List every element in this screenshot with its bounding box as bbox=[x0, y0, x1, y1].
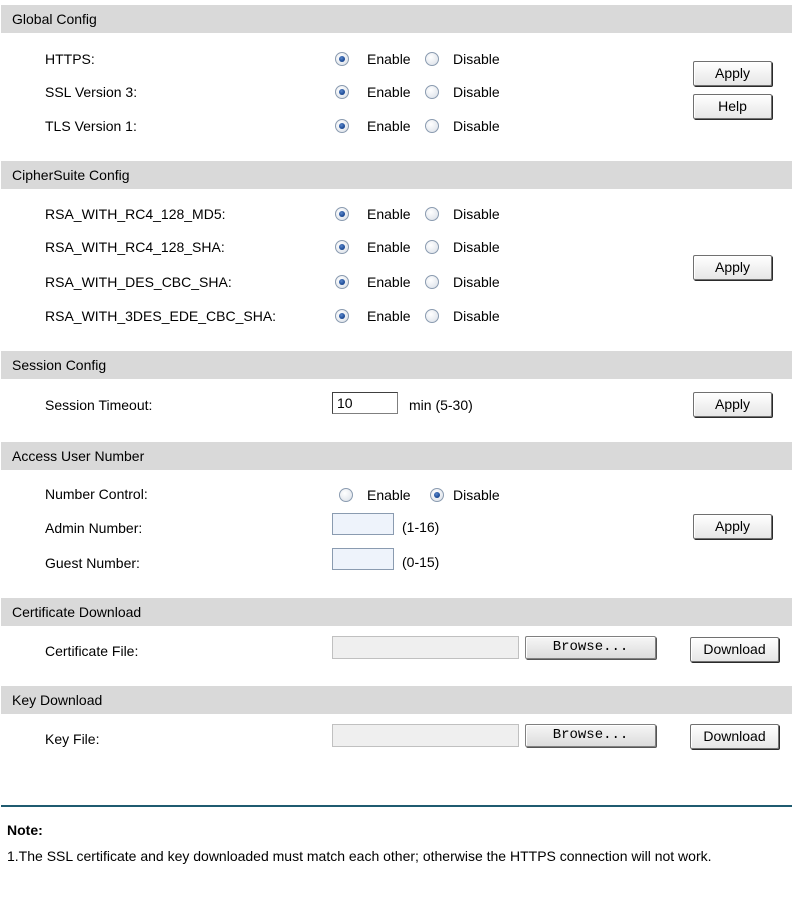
3des-ede-cbc-sha-disable-radio[interactable] bbox=[425, 309, 439, 323]
section-title: Session Config bbox=[12, 357, 107, 373]
3des-ede-cbc-sha-enable-label: Enable bbox=[367, 308, 411, 324]
https-disable-label: Disable bbox=[453, 51, 500, 67]
certificate-download-header: Certificate Download bbox=[1, 598, 792, 626]
certificate-browse-button[interactable]: Browse... bbox=[525, 636, 656, 659]
rc4-sha-enable-label: Enable bbox=[367, 239, 411, 255]
key-browse-button[interactable]: Browse... bbox=[525, 724, 656, 747]
cipher-apply-button[interactable]: Apply bbox=[693, 255, 772, 280]
access-user-number-header: Access User Number bbox=[1, 442, 792, 470]
3des-ede-cbc-sha-enable-radio[interactable] bbox=[335, 309, 349, 323]
des-cbc-sha-label: RSA_WITH_DES_CBC_SHA: bbox=[45, 274, 232, 290]
admin-number-range: (1-16) bbox=[402, 519, 440, 535]
rc4-sha-label: RSA_WITH_RC4_128_SHA: bbox=[45, 239, 225, 255]
session-timeout-label: Session Timeout: bbox=[45, 397, 153, 413]
tls-v1-enable-radio[interactable] bbox=[335, 119, 349, 133]
tls-v1-enable-label: Enable bbox=[367, 118, 411, 134]
tls-v1-disable-radio[interactable] bbox=[425, 119, 439, 133]
rc4-md5-enable-label: Enable bbox=[367, 206, 411, 222]
session-config-header: Session Config bbox=[1, 351, 792, 379]
certificate-file-path-field[interactable] bbox=[332, 636, 519, 659]
rc4-sha-disable-radio[interactable] bbox=[425, 240, 439, 254]
section-title: Key Download bbox=[12, 692, 103, 708]
key-download-button[interactable]: Download bbox=[690, 724, 779, 749]
note-text: 1.The SSL certificate and key downloaded… bbox=[7, 848, 712, 864]
des-cbc-sha-disable-radio[interactable] bbox=[425, 275, 439, 289]
session-timeout-input[interactable]: 10 bbox=[332, 392, 398, 414]
section-title: Global Config bbox=[12, 11, 97, 27]
certificate-download-button[interactable]: Download bbox=[690, 637, 779, 662]
global-config-header: Global Config bbox=[1, 5, 792, 33]
guest-number-input[interactable] bbox=[332, 548, 394, 570]
global-apply-button[interactable]: Apply bbox=[693, 61, 772, 86]
section-title: Certificate Download bbox=[12, 604, 142, 620]
key-file-path-field[interactable] bbox=[332, 724, 519, 747]
3des-ede-cbc-sha-label: RSA_WITH_3DES_EDE_CBC_SHA: bbox=[45, 308, 277, 324]
https-disable-radio[interactable] bbox=[425, 52, 439, 66]
tls-v1-label: TLS Version 1: bbox=[45, 118, 137, 134]
guest-number-label: Guest Number: bbox=[45, 555, 140, 571]
divider bbox=[1, 805, 792, 807]
admin-number-input[interactable] bbox=[332, 513, 394, 535]
help-button[interactable]: Help bbox=[693, 94, 772, 119]
section-title: Access User Number bbox=[12, 448, 145, 464]
number-control-disable-label: Disable bbox=[453, 487, 500, 503]
3des-ede-cbc-sha-disable-label: Disable bbox=[453, 308, 500, 324]
session-timeout-unit: min (5-30) bbox=[409, 397, 473, 413]
certificate-file-label: Certificate File: bbox=[45, 643, 139, 659]
number-control-enable-radio[interactable] bbox=[339, 488, 353, 502]
ssl-v3-enable-label: Enable bbox=[367, 84, 411, 100]
number-control-enable-label: Enable bbox=[367, 487, 411, 503]
rc4-sha-disable-label: Disable bbox=[453, 239, 500, 255]
rc4-md5-disable-label: Disable bbox=[453, 206, 500, 222]
number-control-label: Number Control: bbox=[45, 486, 148, 502]
ssl-v3-disable-radio[interactable] bbox=[425, 85, 439, 99]
des-cbc-sha-disable-label: Disable bbox=[453, 274, 500, 290]
number-control-disable-radio[interactable] bbox=[430, 488, 444, 502]
admin-number-label: Admin Number: bbox=[45, 520, 143, 536]
ciphersuite-config-header: CipherSuite Config bbox=[1, 161, 792, 189]
rc4-sha-enable-radio[interactable] bbox=[335, 240, 349, 254]
access-apply-button[interactable]: Apply bbox=[693, 514, 772, 539]
session-apply-button[interactable]: Apply bbox=[693, 392, 772, 417]
ssl-v3-enable-radio[interactable] bbox=[335, 85, 349, 99]
rc4-md5-label: RSA_WITH_RC4_128_MD5: bbox=[45, 206, 226, 222]
tls-v1-disable-label: Disable bbox=[453, 118, 500, 134]
rc4-md5-disable-radio[interactable] bbox=[425, 207, 439, 221]
section-title: CipherSuite Config bbox=[12, 167, 130, 183]
rc4-md5-enable-radio[interactable] bbox=[335, 207, 349, 221]
https-label: HTTPS: bbox=[45, 51, 95, 67]
ssl-v3-disable-label: Disable bbox=[453, 84, 500, 100]
key-file-label: Key File: bbox=[45, 731, 100, 747]
key-download-header: Key Download bbox=[1, 686, 792, 714]
guest-number-range: (0-15) bbox=[402, 554, 440, 570]
https-enable-radio[interactable] bbox=[335, 52, 349, 66]
des-cbc-sha-enable-radio[interactable] bbox=[335, 275, 349, 289]
des-cbc-sha-enable-label: Enable bbox=[367, 274, 411, 290]
note-heading: Note: bbox=[7, 822, 43, 838]
https-enable-label: Enable bbox=[367, 51, 411, 67]
ssl-v3-label: SSL Version 3: bbox=[45, 84, 138, 100]
